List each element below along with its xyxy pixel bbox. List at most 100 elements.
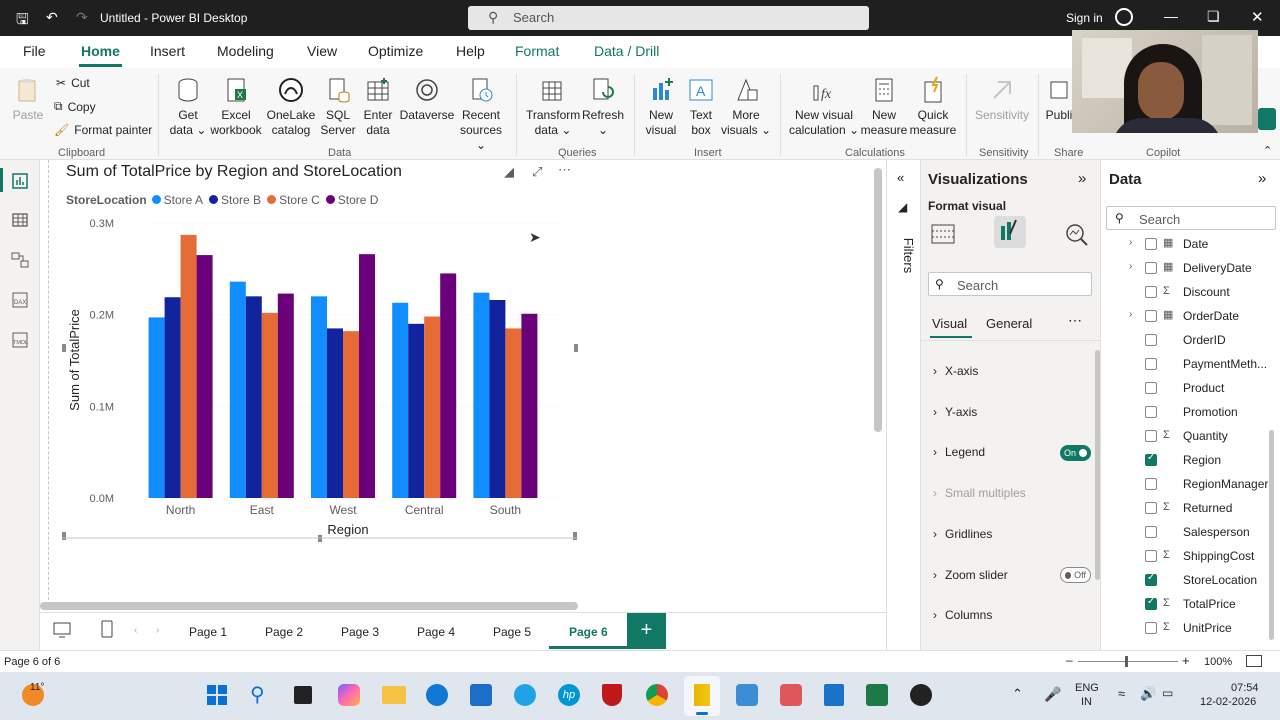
tmdl-view-icon[interactable]: TMDL <box>10 330 30 350</box>
battery-icon[interactable]: ▭ <box>1162 686 1173 700</box>
tab-data-drill[interactable]: Data / Drill <box>594 43 659 59</box>
field-item[interactable]: › ▦ DeliveryDate <box>1101 256 1271 280</box>
more-visuals-button[interactable]: More visuals ⌄ <box>720 76 772 138</box>
chart-visual[interactable]: 0.0M 0.1M 0.2M 0.3M North East West Central Sout… <box>62 160 578 542</box>
field-item[interactable]: Σ UnitPrice <box>1101 616 1271 640</box>
dataverse-button[interactable]: Dataverse <box>398 76 456 123</box>
search-input[interactable]: ⚲ Search <box>468 6 869 30</box>
field-item[interactable]: RegionManager <box>1101 472 1271 496</box>
field-checkbox[interactable] <box>1145 286 1157 298</box>
resize-handle[interactable] <box>62 344 66 352</box>
field-checkbox[interactable] <box>1145 526 1157 538</box>
undo-icon[interactable]: ↶ <box>46 9 58 26</box>
field-item[interactable]: ✓ Region <box>1101 448 1271 472</box>
enter-data-button[interactable]: Enter data <box>358 76 398 138</box>
section-x-axis[interactable]: › X-axis <box>933 364 978 378</box>
report-view-icon[interactable] <box>10 171 30 191</box>
field-checkbox[interactable] <box>1145 622 1157 634</box>
save-icon[interactable]: 🖫 <box>16 9 29 34</box>
model-view-icon[interactable] <box>10 250 30 270</box>
field-item[interactable]: Σ Quantity <box>1101 424 1271 448</box>
desktop-layout-icon[interactable] <box>52 621 72 639</box>
field-checkbox[interactable] <box>1145 406 1157 418</box>
show-hidden-icons[interactable]: ⌃ <box>1012 686 1023 702</box>
legend-item[interactable]: Store D <box>325 193 378 207</box>
clock-time[interactable]: 07:54 <box>1231 682 1259 694</box>
search-icon[interactable]: ⚲ <box>250 682 265 707</box>
tab-insert[interactable]: Insert <box>150 43 185 59</box>
zoom-in-button[interactable]: + <box>1182 653 1190 668</box>
sign-in-button[interactable]: Sign in <box>1066 11 1103 25</box>
field-checkbox[interactable] <box>1145 262 1157 274</box>
chrome-icon[interactable] <box>646 684 668 706</box>
cut-button[interactable]: ✂ Cut <box>56 76 90 90</box>
field-item[interactable]: › ▦ OrderDate <box>1101 304 1271 328</box>
field-item[interactable]: Product <box>1101 376 1271 400</box>
field-item[interactable]: Σ Returned <box>1101 496 1271 520</box>
field-checkbox[interactable]: ✓ <box>1145 572 1157 586</box>
filters-pane-collapsed[interactable]: « ◢ Filters <box>886 160 920 650</box>
collapse-ribbon-icon[interactable]: ⌃ <box>1263 144 1272 157</box>
file-explorer-icon[interactable] <box>382 686 406 704</box>
section-legend[interactable]: › Legend <box>933 445 985 459</box>
section-small-multiples[interactable]: › Small multiples <box>933 486 1026 500</box>
scroll-left-icon[interactable]: ‹ <box>134 625 137 636</box>
paste-button[interactable]: Paste <box>12 76 44 123</box>
field-checkbox[interactable] <box>1145 334 1157 346</box>
tab-modeling[interactable]: Modeling <box>217 43 274 59</box>
format-visual-tab[interactable] <box>994 216 1026 248</box>
language-1[interactable]: ENG <box>1075 682 1099 694</box>
app-icon-a[interactable] <box>736 684 758 706</box>
bar[interactable] <box>505 328 522 498</box>
build-visual-icon[interactable] <box>930 222 956 246</box>
filter-icon[interactable]: ◢ <box>504 164 514 180</box>
tab-help[interactable]: Help <box>456 43 485 59</box>
more-options-icon[interactable]: ⋯ <box>558 162 571 178</box>
more-options-icon[interactable]: ⋯ <box>1068 312 1082 329</box>
tab-format[interactable]: Format <box>515 43 559 59</box>
bar[interactable] <box>424 316 441 499</box>
field-item[interactable]: OrderID <box>1101 328 1271 352</box>
field-checkbox[interactable] <box>1145 478 1157 490</box>
field-item[interactable]: › ▦ Date <box>1101 232 1271 256</box>
field-item[interactable]: ✓ Σ TotalPrice <box>1101 592 1271 616</box>
zoom-slider[interactable] <box>1078 661 1178 662</box>
page-tab[interactable]: Page 3 <box>341 625 379 639</box>
format-painter-button[interactable]: 🖌 Format painter <box>54 123 152 137</box>
page-tab[interactable]: Page 4 <box>417 625 455 639</box>
mobile-layout-icon[interactable] <box>100 619 114 639</box>
bar[interactable] <box>311 296 327 498</box>
publish-button[interactable]: Publi <box>1044 76 1074 123</box>
sql-server-button[interactable]: SQL Server <box>318 76 358 138</box>
legend-item[interactable]: Store B <box>209 193 261 207</box>
field-item[interactable]: ✓ StoreLocation <box>1101 568 1271 592</box>
wifi-icon[interactable]: ≈ <box>1118 686 1125 701</box>
table-view-icon[interactable] <box>10 210 30 230</box>
tab-general[interactable]: General <box>986 316 1032 331</box>
bar[interactable] <box>521 313 538 498</box>
section-y-axis[interactable]: › Y-axis <box>933 405 977 419</box>
bar[interactable] <box>277 293 294 498</box>
new-measure-button[interactable]: New measure <box>860 76 908 138</box>
refresh-button[interactable]: Refresh ⌄ <box>580 76 626 138</box>
bar[interactable] <box>489 300 506 498</box>
field-checkbox[interactable] <box>1145 310 1157 322</box>
page-tab[interactable]: Page 6 <box>569 625 608 639</box>
bar[interactable] <box>408 323 425 498</box>
onelake-catalog-button[interactable]: OneLake catalog <box>264 76 318 138</box>
field-checkbox[interactable]: ✓ <box>1145 596 1157 610</box>
language-2[interactable]: IN <box>1081 696 1092 708</box>
text-box-button[interactable]: A Text box <box>682 76 720 138</box>
tab-home[interactable]: Home <box>79 43 122 67</box>
zoom-out-button[interactable]: – <box>1066 653 1073 667</box>
legend-item[interactable]: Store A <box>151 193 203 207</box>
chevron-right-icon[interactable]: › <box>1129 309 1132 320</box>
account-icon[interactable] <box>1115 8 1133 26</box>
bar[interactable] <box>261 312 278 498</box>
section-zoom-slider[interactable]: › Zoom slider <box>933 568 1008 582</box>
field-checkbox[interactable] <box>1145 358 1157 370</box>
redo-icon[interactable]: ↷ <box>76 9 88 26</box>
resize-handle[interactable] <box>62 532 66 540</box>
analytics-icon[interactable] <box>1064 222 1090 246</box>
data-search-input[interactable]: ⚲ Search <box>1106 206 1276 230</box>
